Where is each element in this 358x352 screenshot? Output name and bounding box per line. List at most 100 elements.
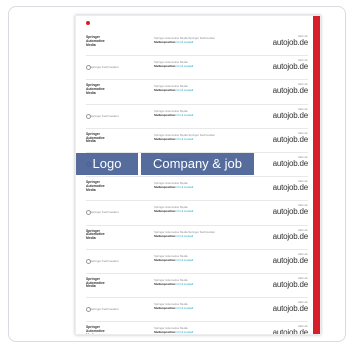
job-meta: Aktiv ab: autojob.de [254,59,309,72]
company-logo: Springer Automotive Media [86,228,144,246]
job-meta: Aktiv ab: autojob.de [254,83,309,96]
job-meta: Aktiv ab: autojob.de [254,132,309,145]
job-title[interactable]: Stellenposition [154,282,176,286]
job-title-line: Stellenposition Ort & Anstalt [154,258,254,262]
company-logo-text: Springer Fachmedien [86,258,119,264]
job-location-link[interactable]: Ort & Anstalt [176,185,193,189]
job-title-line: Stellenposition Ort & Anstalt [154,88,254,92]
job-meta: Aktiv ab: autojob.de [254,325,309,335]
job-title[interactable]: Stellenposition [154,137,176,141]
site-logo: autojob.de [272,158,309,168]
job-title[interactable]: Stellenposition [154,185,176,189]
job-meta: Aktiv ab: autojob.de [254,108,309,121]
job-location-link[interactable]: Ort & Anstalt [176,209,193,213]
job-row[interactable]: Springer Automotive Media Springer Automo… [86,129,308,153]
job-title[interactable]: Stellenposition [154,234,176,238]
job-meta: Aktiv ab: autojob.de [254,156,309,169]
company-logo: Springer Fachmedien [86,254,144,270]
job-title-line: Stellenposition Ort & Anstalt [154,185,254,189]
company-job-cell: Springer Automotive MediaStellenposition… [154,302,254,310]
company-logo: Springer Automotive Media [86,83,144,100]
job-row[interactable]: Springer Fachmedien Springer Automotive M… [86,298,309,323]
company-logo-text: Springer Automotive Media [86,131,105,144]
job-row[interactable]: Springer Fachmedien Springer Automotive M… [86,105,308,129]
company-job-cell: Springer Automotive Media Springer Fachm… [154,133,254,141]
company-logo-text: Springer Fachmedien [86,307,119,313]
site-logo: autojob.de [272,279,309,289]
site-logo: autojob.de [272,134,309,144]
job-location-link[interactable]: Ort & Anstalt [176,137,193,141]
job-row[interactable]: Springer Automotive Media Springer Automo… [86,32,309,57]
job-title[interactable]: Stellenposition [154,64,176,68]
job-location-link[interactable]: Ort & Anstalt [176,64,193,68]
company-job-cell: Springer Automotive Media Springer Fachm… [154,36,254,44]
job-title[interactable]: Stellenposition [154,209,176,213]
job-location-link[interactable]: Ort & Anstalt [176,40,193,44]
job-location-link[interactable]: Ort & Anstalt [176,306,193,310]
job-title[interactable]: Stellenposition [154,113,176,117]
job-row[interactable]: Springer Automotive Media Springer Automo… [86,177,309,202]
company-logo-text: Springer Automotive Media [86,83,105,95]
company-logo: Springer Fachmedien [86,60,144,76]
job-meta: Aktiv ab: autojob.de [254,229,309,242]
company-logo: Springer Fachmedien [86,109,144,125]
job-location-link[interactable]: Ort & Anstalt [176,234,193,238]
job-meta: Aktiv ab: autojob.de [254,35,309,48]
job-title[interactable]: Stellenposition [154,330,176,334]
company-job-cell: Springer Automotive MediaStellenposition… [154,60,254,68]
job-row[interactable]: Springer Automotive Media Springer Automo… [86,80,309,105]
job-row[interactable]: Springer Fachmedien Springer Automotive M… [86,201,309,226]
job-title-line: Stellenposition Ort & Anstalt [154,137,254,141]
job-location-link[interactable]: Ort & Anstalt [176,88,193,92]
site-logo: autojob.de [272,328,309,335]
company-logo: Springer Automotive Media [86,35,144,52]
site-logo: autojob.de [272,231,309,241]
company-job-cell: Springer Automotive MediaStellenposition… [154,205,254,213]
job-row[interactable]: Springer Fachmedien Springer Automotive M… [86,56,309,81]
job-meta: Aktiv ab: autojob.de [254,301,309,314]
company-logo-text: Springer Automotive Media [86,325,105,335]
job-row[interactable]: Springer Automotive Media Springer Automo… [86,274,309,299]
company-logo-text: Springer Automotive Media [86,276,105,289]
company-job-cell: Springer Automotive Media Springer Fachm… [154,230,254,238]
job-title[interactable]: Stellenposition [154,306,176,310]
job-title-line: Stellenposition Ort & Anstalt [154,64,254,68]
company-logo-text: Springer Fachmedien [86,210,119,216]
job-row[interactable]: Springer Automotive Media Springer Automo… [86,226,308,250]
job-title-line: Stellenposition Ort & Anstalt [154,282,254,286]
job-title-line: Stellenposition Ort & Anstalt [154,330,254,334]
company-job-column-label: Company & job [141,153,254,175]
site-logo: autojob.de [272,183,309,193]
company-logo: Springer Fachmedien [86,302,144,318]
company-job-cell: Springer Automotive MediaStellenposition… [154,254,254,262]
company-job-cell: Springer Automotive MediaStellenposition… [154,278,254,286]
company-logo-text: Springer Fachmedien [86,113,119,119]
company-logo-text: Springer Automotive Media [86,35,105,47]
job-row[interactable]: Springer Fachmedien Springer Automotive M… [86,250,308,274]
company-logo: Springer Automotive Media [86,131,144,149]
job-location-link[interactable]: Ort & Anstalt [176,258,193,262]
company-job-cell: Springer Automotive MediaStellenposition… [154,181,254,189]
job-meta: Aktiv ab: autojob.de [254,277,309,290]
company-job-cell: Springer Automotive MediaStellenposition… [154,84,254,92]
job-location-link[interactable]: Ort & Anstalt [176,330,193,334]
job-title[interactable]: Stellenposition [154,258,176,262]
company-logo: Springer Automotive Media [86,180,144,197]
company-logo: Springer Automotive Media [86,276,144,294]
site-logo: autojob.de [272,207,309,217]
job-listing-sheet: Springer Automotive Media Springer Automo… [75,15,321,335]
job-title[interactable]: Stellenposition [154,40,176,44]
company-logo-text: Springer Automotive Media [86,228,105,241]
company-job-cell: Springer Automotive MediaStellenposition… [154,109,254,117]
job-title[interactable]: Stellenposition [154,88,176,92]
company-logo-text: Springer Fachmedien [86,65,119,71]
job-location-link[interactable]: Ort & Anstalt [176,113,193,117]
site-logo: autojob.de [272,38,309,47]
company-logo: Springer Automotive Media [86,325,144,335]
job-row[interactable]: Springer Automotive Media Springer Automo… [86,322,309,335]
site-logo: autojob.de [272,255,309,265]
company-job-cell: Springer Automotive MediaStellenposition… [154,326,254,334]
logo-column-label: Logo [76,153,138,175]
job-location-link[interactable]: Ort & Anstalt [176,282,193,286]
job-meta: Aktiv ab: autojob.de [254,204,309,217]
